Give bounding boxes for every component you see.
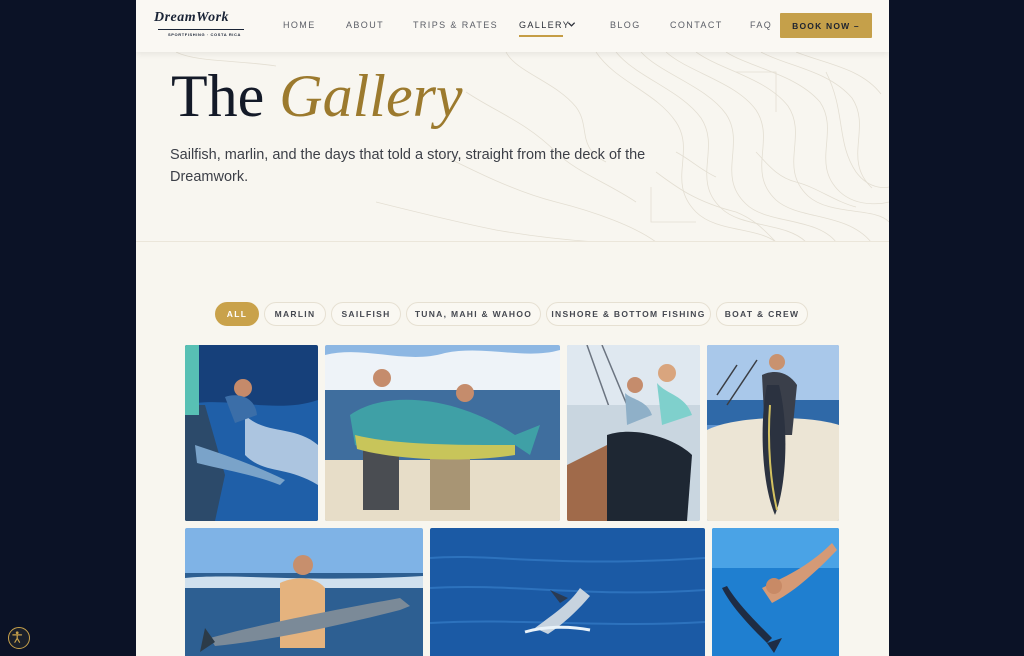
tuna-catch-photo	[707, 345, 839, 521]
nav-gallery[interactable]: GALLERY	[519, 20, 570, 30]
book-now-button[interactable]: BOOK NOW –	[780, 13, 872, 38]
wahoo-catch-photo	[185, 528, 423, 656]
sailfish-onboard-photo	[567, 345, 700, 521]
gallery-photo[interactable]	[567, 345, 700, 521]
filter-inshore-bottom[interactable]: INSHORE & BOTTOM FISHING	[546, 302, 711, 326]
gallery-photo[interactable]	[325, 345, 560, 521]
nav-blog[interactable]: BLOG	[610, 20, 641, 30]
logo-tagline: SPORTFISHING · COSTA RICA	[168, 32, 241, 37]
mahi-mahi-catch-photo	[325, 345, 560, 521]
jumping-marlin-photo	[430, 528, 705, 656]
page-subtitle: Sailfish, marlin, and the days that told…	[170, 147, 646, 185]
gallery-photo[interactable]	[707, 345, 839, 521]
filter-all[interactable]: ALL	[215, 302, 259, 326]
logo-rule	[158, 29, 244, 30]
hero-section: The Gallery Sailfish, marlin, and the da…	[136, 52, 889, 242]
filter-marlin[interactable]: MARLIN	[264, 302, 326, 326]
accessibility-icon	[12, 631, 23, 643]
filter-boat-crew[interactable]: BOAT & CREW	[716, 302, 808, 326]
gallery-photo[interactable]	[712, 528, 839, 656]
nav-contact[interactable]: CONTACT	[670, 20, 723, 30]
gallery-photo[interactable]	[185, 345, 318, 521]
gallery-photo[interactable]	[430, 528, 705, 656]
site-logo[interactable]: DreamWork SPORTFISHING · COSTA RICA	[154, 10, 250, 42]
chevron-down-icon[interactable]	[567, 20, 576, 29]
filter-tuna-mahi-wahoo[interactable]: TUNA, MAHI & WAHOO	[406, 302, 541, 326]
section-divider	[136, 241, 889, 242]
filter-sailfish[interactable]: SAILFISH	[331, 302, 401, 326]
underwater-diver-photo	[712, 528, 839, 656]
nav-trips-rates[interactable]: TRIPS & RATES	[413, 20, 498, 30]
page: DreamWork SPORTFISHING · COSTA RICA HOME…	[136, 0, 889, 656]
accessibility-button[interactable]	[8, 627, 30, 649]
site-header: DreamWork SPORTFISHING · COSTA RICA HOME…	[136, 0, 889, 52]
title-plain: The	[171, 63, 265, 129]
nav-home[interactable]: HOME	[283, 20, 316, 30]
nav-faq[interactable]: FAQ	[750, 20, 772, 30]
logo-wordmark: DreamWork	[154, 10, 230, 25]
active-nav-underline	[519, 35, 563, 37]
gallery-photo[interactable]	[185, 528, 423, 656]
page-title: The Gallery	[171, 62, 463, 130]
marlin-release-photo	[185, 345, 318, 521]
title-accent: Gallery	[279, 63, 463, 129]
nav-about[interactable]: ABOUT	[346, 20, 384, 30]
